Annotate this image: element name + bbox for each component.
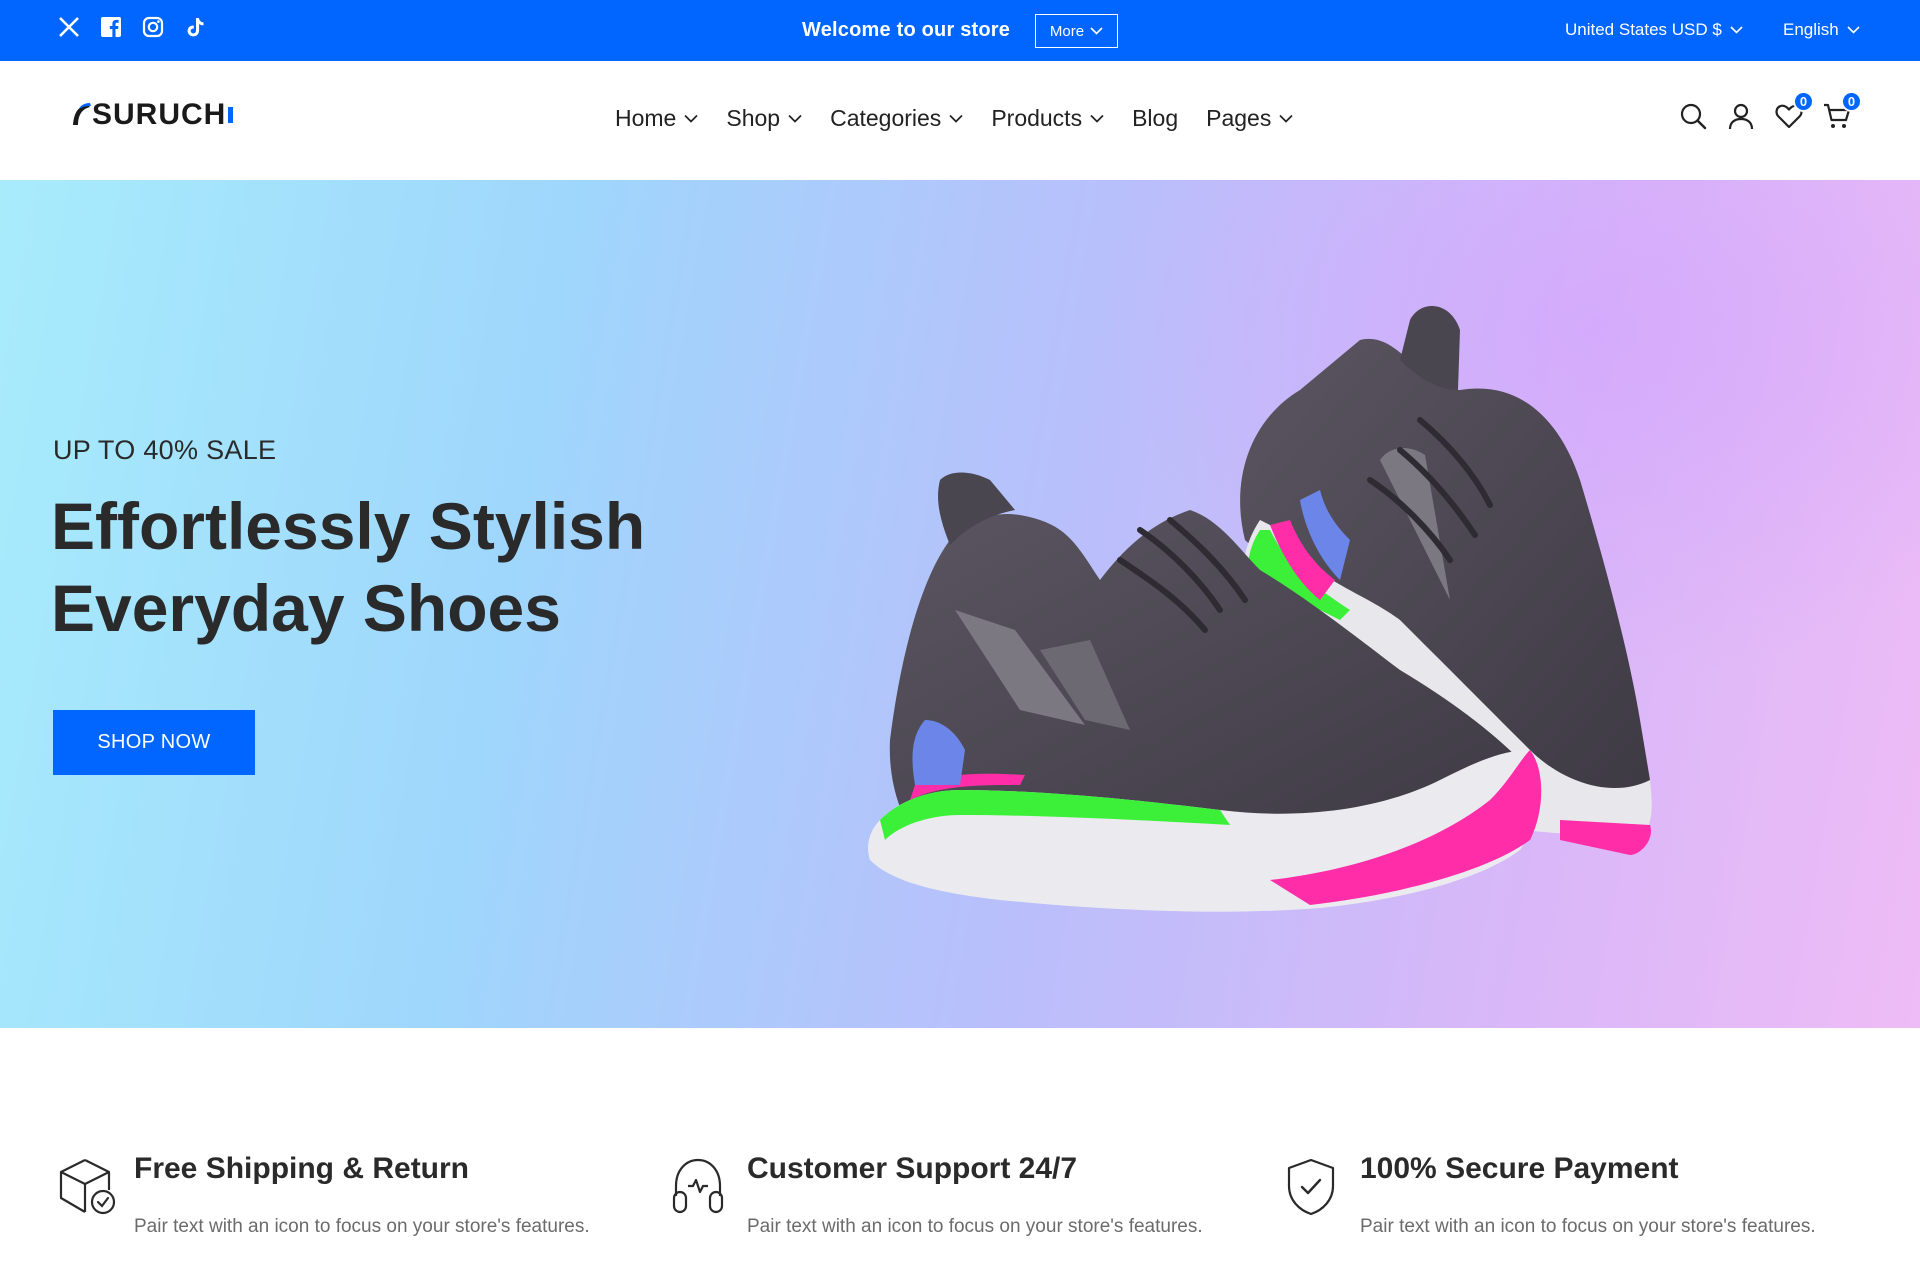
facebook-icon[interactable] xyxy=(98,14,124,40)
announcement-bar: Welcome to our store More United States … xyxy=(0,0,1920,61)
site-logo[interactable]: SURUCH xyxy=(70,98,234,132)
site-header: SURUCH Home Shop Categories Products Blo… xyxy=(0,61,1920,180)
cart-icon[interactable]: 0 xyxy=(1822,91,1862,131)
feature-title: Customer Support 24/7 xyxy=(747,1152,1078,1185)
nav-item-products[interactable]: Products xyxy=(991,105,1104,132)
feature-shipping: Free Shipping & Return Pair text with an… xyxy=(57,1152,657,1252)
nav-item-label: Pages xyxy=(1206,105,1272,131)
feature-title: Free Shipping & Return xyxy=(134,1152,470,1185)
wishlist-icon[interactable]: 0 xyxy=(1774,91,1814,131)
logo-text: SURUCH xyxy=(92,98,227,131)
nav-item-blog[interactable]: Blog xyxy=(1132,105,1178,132)
wishlist-count-badge: 0 xyxy=(1793,91,1814,112)
features-section: Free Shipping & Return Pair text with an… xyxy=(0,1028,1920,1280)
account-icon[interactable] xyxy=(1726,101,1756,131)
nav-item-home[interactable]: Home xyxy=(615,105,698,132)
chevron-down-icon xyxy=(788,114,802,123)
chevron-down-icon xyxy=(1090,27,1103,35)
x-icon[interactable] xyxy=(56,14,82,40)
feature-title: 100% Secure Payment xyxy=(1360,1152,1679,1185)
language-selector[interactable]: English xyxy=(1783,20,1860,40)
search-icon[interactable] xyxy=(1678,101,1708,131)
nav-item-shop[interactable]: Shop xyxy=(726,105,802,132)
chevron-down-icon xyxy=(1090,114,1104,123)
nav-item-label: Home xyxy=(615,105,677,131)
nav-item-label: Blog xyxy=(1132,105,1179,131)
box-check-icon xyxy=(59,1159,116,1215)
hero-title-line2: Everyday Shoes xyxy=(51,571,561,645)
nav-item-categories[interactable]: Categories xyxy=(830,105,963,132)
currency-selector[interactable]: United States USD $ xyxy=(1565,20,1743,40)
feature-description: Pair text with an icon to focus on your … xyxy=(747,1216,1203,1237)
main-nav: Home Shop Categories Products Blog Pages xyxy=(615,105,1321,132)
nav-item-pages[interactable]: Pages xyxy=(1206,105,1293,132)
chevron-down-icon xyxy=(1847,26,1860,34)
header-actions: 0 0 xyxy=(1678,91,1862,131)
shield-check-icon xyxy=(1287,1158,1335,1216)
currency-label: United States USD $ xyxy=(1565,20,1722,39)
feature-payment: 100% Secure Payment Pair text with an ic… xyxy=(1283,1152,1883,1252)
tiktok-icon[interactable] xyxy=(182,14,208,40)
chevron-down-icon xyxy=(684,114,698,123)
hero-banner: UP TO 40% SALE Effortlessly Stylish Ever… xyxy=(0,180,1920,1028)
language-label: English xyxy=(1783,20,1839,39)
nav-item-label: Shop xyxy=(726,105,781,131)
chevron-down-icon xyxy=(1279,114,1293,123)
sneakers-image xyxy=(868,306,1652,912)
chevron-down-icon xyxy=(949,114,963,123)
more-button[interactable]: More xyxy=(1035,14,1118,48)
logo-swoosh-icon xyxy=(73,103,91,125)
headset-icon xyxy=(672,1158,724,1214)
logo-accent-mark xyxy=(228,107,234,123)
cart-count-badge: 0 xyxy=(1841,91,1862,112)
more-button-label: More xyxy=(1049,22,1085,40)
welcome-message: Welcome to our store xyxy=(802,19,1011,41)
chevron-down-icon xyxy=(1730,26,1743,34)
nav-item-label: Categories xyxy=(830,105,942,131)
hero-subtitle: UP TO 40% SALE xyxy=(53,435,277,465)
hero-title: Effortlessly Stylish Everyday Shoes xyxy=(51,485,751,649)
nav-item-label: Products xyxy=(991,105,1083,131)
hero-title-line1: Effortlessly Stylish xyxy=(51,489,646,563)
social-links xyxy=(56,14,208,40)
feature-description: Pair text with an icon to focus on your … xyxy=(134,1216,590,1237)
feature-description: Pair text with an icon to focus on your … xyxy=(1360,1216,1816,1237)
shop-now-button[interactable]: SHOP NOW xyxy=(53,710,255,775)
instagram-icon[interactable] xyxy=(140,14,166,40)
feature-support: Customer Support 24/7 Pair text with an … xyxy=(670,1152,1270,1252)
